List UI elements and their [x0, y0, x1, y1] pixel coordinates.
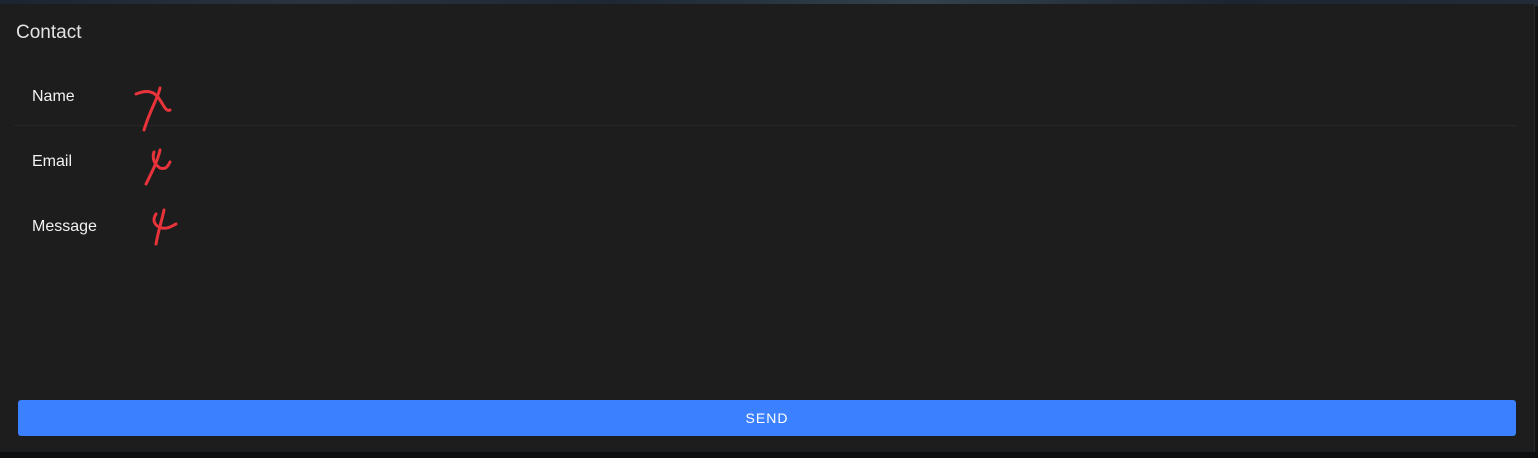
red-x-annotation-icon: [134, 86, 172, 132]
message-label: Message: [32, 218, 97, 235]
name-input[interactable]: [124, 70, 1516, 123]
name-field-row[interactable]: Name: [14, 68, 1516, 126]
form-title: Contact: [16, 22, 82, 43]
name-label: Name: [32, 88, 75, 105]
bottom-edge: [0, 452, 1538, 458]
message-field-row[interactable]: Message: [14, 198, 1516, 318]
send-button[interactable]: SEND: [18, 400, 1516, 436]
red-x-annotation-icon: [144, 148, 172, 186]
email-label: Email: [32, 153, 73, 170]
contact-form-panel: Contact Name Email Message: [0, 4, 1535, 452]
email-input[interactable]: [124, 135, 1516, 189]
email-field-row[interactable]: Email: [14, 133, 1516, 191]
message-textarea[interactable]: [124, 200, 1516, 316]
red-x-annotation-icon: [152, 208, 178, 246]
